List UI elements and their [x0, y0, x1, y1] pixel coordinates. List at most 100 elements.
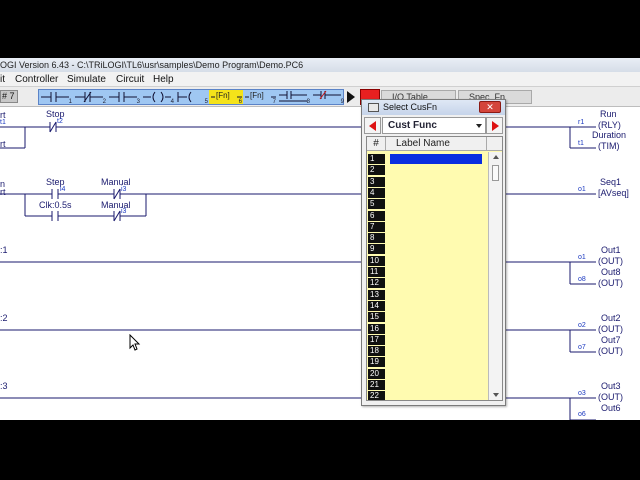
function-type-select[interactable]: Cust Func: [382, 117, 486, 134]
mouse-pointer-icon: [129, 334, 141, 351]
row-number[interactable]: 1: [368, 154, 385, 164]
window-title-bar: OGI Version 6.43 - C:\TRiLOGI\TL6\usr\sa…: [0, 58, 640, 72]
button-subscript: 8: [306, 99, 310, 105]
row-number[interactable]: 13: [368, 289, 385, 300]
menu-circuit[interactable]: Circuit: [116, 72, 144, 87]
out3-coil-type: (OUT): [598, 392, 623, 402]
special-function-button[interactable]: [Fn] 6: [209, 90, 243, 105]
ladder-diagram: rt t1 rt n rt Stop t2 r1 Run (RLY) t1 Du…: [0, 108, 640, 420]
dfn-function-button[interactable]: [Fn] 7: [243, 90, 277, 105]
duration-coil-type: (TIM): [598, 141, 620, 151]
row-number[interactable]: 9: [368, 244, 385, 255]
ladder-element-toolbar: 1 2 3 4 5 [Fn] 6 [Fn] 7 8 9: [38, 89, 344, 105]
row-number[interactable]: 18: [368, 346, 385, 357]
select-cusfn-dialog: Select CusFn ✕ Cust Func # Label Name 12…: [361, 99, 506, 406]
next-function-button[interactable]: [486, 117, 503, 134]
ladder-lines: [0, 121, 596, 420]
dfn-label: [Fn]: [250, 91, 264, 100]
row-number[interactable]: 16: [368, 323, 385, 334]
toolbar-next-icon[interactable]: [347, 91, 355, 103]
window-title: OGI Version 6.43 - C:\TRiLOGI\TL6\usr\sa…: [0, 60, 304, 70]
out8-coil-name: Out8: [601, 267, 621, 277]
out2-coil-addr: o2: [578, 322, 586, 329]
row-number[interactable]: 20: [368, 368, 385, 379]
row-number[interactable]: 8: [368, 233, 385, 244]
column-header-number: #: [367, 137, 386, 151]
button-subscript: 7: [272, 99, 276, 105]
coil-button[interactable]: 4: [141, 90, 175, 105]
parallel-coil-button[interactable]: 5: [175, 90, 209, 105]
out3-coil-addr: o3: [578, 390, 586, 397]
row-number[interactable]: 3: [368, 176, 385, 187]
menu-help[interactable]: Help: [153, 72, 174, 87]
row-number[interactable]: 15: [368, 312, 385, 323]
row-number[interactable]: 7: [368, 221, 385, 232]
menu-edit[interactable]: it: [0, 72, 5, 87]
row-number[interactable]: 17: [368, 334, 385, 345]
run-coil-addr: r1: [578, 119, 585, 126]
out7-coil-name: Out7: [601, 335, 621, 345]
row-number[interactable]: 11: [368, 267, 385, 277]
out1-coil-type: (OUT): [598, 256, 623, 266]
button-subscript: 1: [68, 99, 72, 105]
column-header-label-name: Label Name: [386, 137, 486, 151]
seq1-coil-addr: o1: [578, 186, 586, 193]
fn-label: [Fn]: [216, 91, 230, 100]
branch-contact-button[interactable]: 9: [311, 90, 345, 105]
chevron-down-icon: [476, 124, 482, 128]
arrow-left-icon: [369, 121, 376, 131]
column-header-blank: [486, 137, 502, 151]
duration-coil-addr: t1: [578, 140, 584, 147]
rung5-left-label: :3: [0, 381, 8, 391]
row-number[interactable]: 2: [368, 165, 385, 176]
toolbar: # 7 1 2 3 4 5 [Fn] 6 [Fn] 7 8 9 I/O Tabl…: [0, 87, 640, 107]
app-window: OGI Version 6.43 - C:\TRiLOGI\TL6\usr\sa…: [0, 58, 640, 420]
clk-contact-label: Clk:0.5s: [39, 200, 72, 210]
row-number[interactable]: 19: [368, 357, 385, 368]
row-number[interactable]: 12: [368, 278, 385, 289]
scroll-up-icon[interactable]: [493, 155, 499, 159]
dialog-close-button[interactable]: ✕: [479, 101, 501, 113]
out6-coil-addr: o6: [578, 411, 586, 418]
contact-nc-button[interactable]: 2: [73, 90, 107, 105]
menu-simulate[interactable]: Simulate: [67, 72, 106, 87]
step-contact-addr: i4: [60, 186, 66, 193]
row-number[interactable]: 6: [368, 210, 385, 221]
row-number[interactable]: 14: [368, 300, 385, 311]
table-scrollbar[interactable]: [488, 152, 502, 400]
scroll-thumb[interactable]: [492, 165, 499, 181]
out6-coil-name: Out6: [601, 403, 621, 413]
parallel-contact-button[interactable]: 3: [107, 90, 141, 105]
contact-no-button[interactable]: 1: [39, 90, 73, 105]
dialog-title: Select CusFn: [383, 102, 438, 112]
out8-coil-addr: o8: [578, 276, 586, 283]
selected-label-cell[interactable]: [390, 154, 482, 164]
rung3-left-label: :1: [0, 245, 8, 255]
out7-coil-type: (OUT): [598, 346, 623, 356]
seq1-coil-type: [AVseq]: [598, 188, 629, 198]
run-coil-type: (RLY): [598, 120, 621, 130]
dialog-title-bar[interactable]: Select CusFn ✕: [362, 100, 505, 115]
prev-function-button[interactable]: [364, 117, 381, 134]
rung1-left-addr: t1: [0, 119, 6, 126]
branch-nc-button[interactable]: 8: [277, 90, 311, 105]
menu-bar: it Controller Simulate Circuit Help: [0, 72, 640, 87]
out1-coil-name: Out1: [601, 245, 621, 255]
row-number[interactable]: 21: [368, 380, 385, 390]
button-subscript: 4: [170, 99, 174, 105]
out7-coil-addr: o7: [578, 344, 586, 351]
duration-coil-name: Duration: [592, 130, 627, 140]
button-subscript: 5: [204, 99, 208, 105]
out8-coil-type: (OUT): [598, 278, 623, 288]
row-number[interactable]: 4: [368, 187, 385, 198]
scroll-down-icon[interactable]: [493, 393, 499, 397]
function-type-value: Cust Func: [388, 120, 437, 131]
row-number[interactable]: 5: [368, 199, 385, 210]
menu-controller[interactable]: Controller: [15, 72, 58, 87]
row-number[interactable]: 10: [368, 255, 385, 266]
row-number[interactable]: 22: [368, 391, 385, 400]
button-subscript: 3: [136, 99, 140, 105]
dialog-app-icon: [368, 103, 379, 112]
button-subscript: 6: [238, 99, 242, 105]
rung4-left-label: :2: [0, 313, 8, 323]
